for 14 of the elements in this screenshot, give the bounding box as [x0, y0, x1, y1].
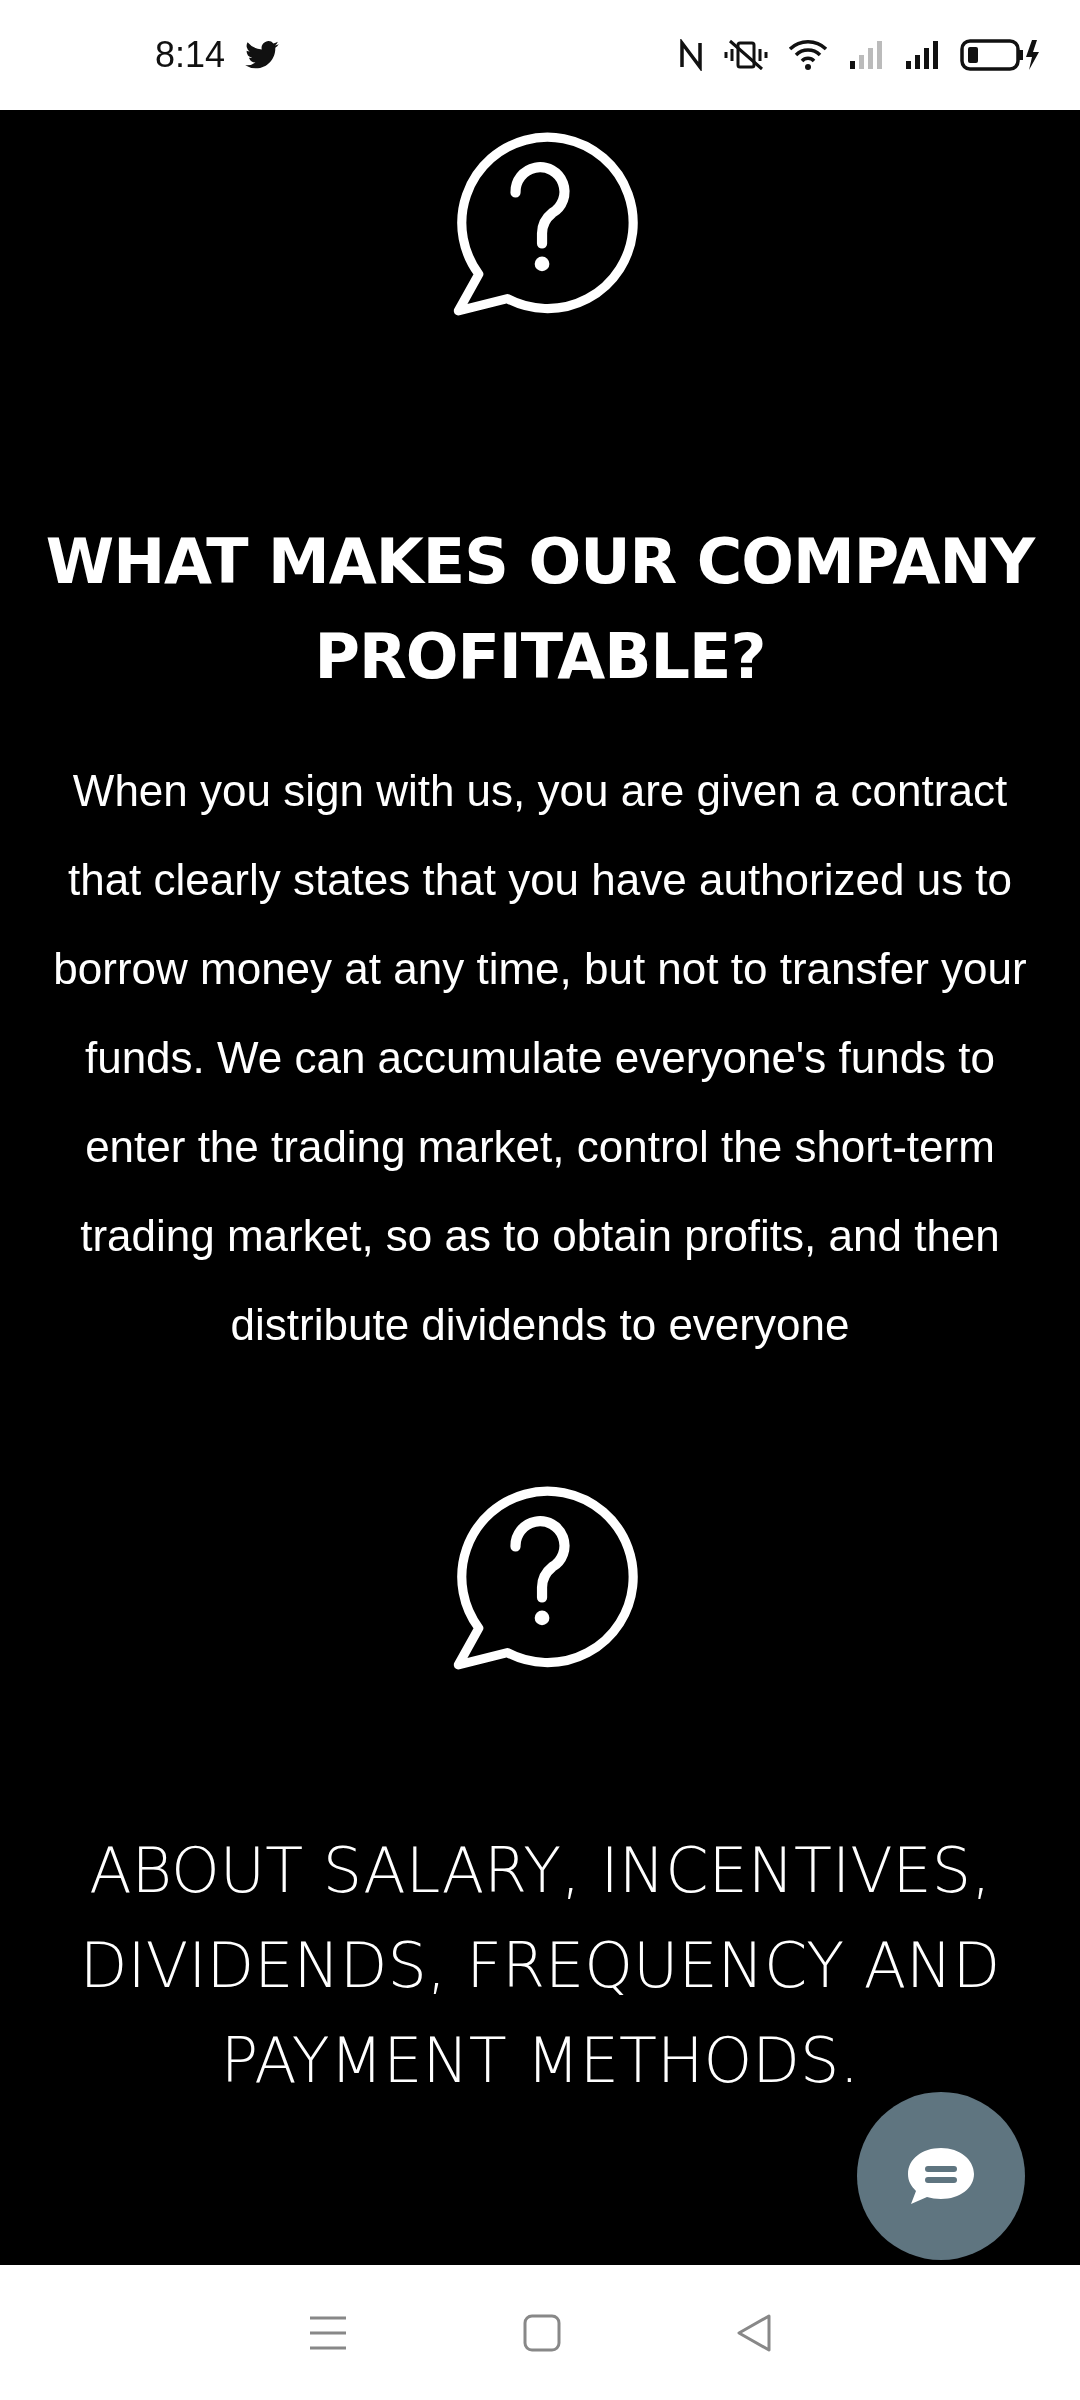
- back-triangle-icon[interactable]: [736, 2312, 773, 2353]
- section-paragraph: When you sign with us, you are given a contract that clearly states that you have authorized us to borrow money at any time, but not to transfer your funds. We can accumulate everyone's funds to enter the trading market, control the short-term trading market, so as to obtain profits, and then distribute dividends to everyone: [52, 765, 1028, 1351]
- home-square-icon[interactable]: [523, 2313, 561, 2352]
- section-heading: ABOUT SALARY, INCENTIVES, DIVIDENDS, FREQUENCY AND PAYMENT METHODS.: [78, 1833, 1002, 2099]
- battery-charging-icon: [960, 38, 1040, 72]
- status-time: 8:14: [155, 34, 226, 76]
- nfc-icon: [678, 39, 704, 71]
- wifi-icon: [788, 39, 828, 71]
- signal-icon: [904, 39, 940, 71]
- bird-icon: [245, 41, 280, 69]
- vibrate-off-icon: [724, 39, 768, 71]
- signal-icon: [848, 39, 884, 71]
- menu-icon[interactable]: [307, 2314, 348, 2351]
- section-heading: WHAT MAKES OUR COMPANY PROFITABLE?: [44, 524, 1037, 695]
